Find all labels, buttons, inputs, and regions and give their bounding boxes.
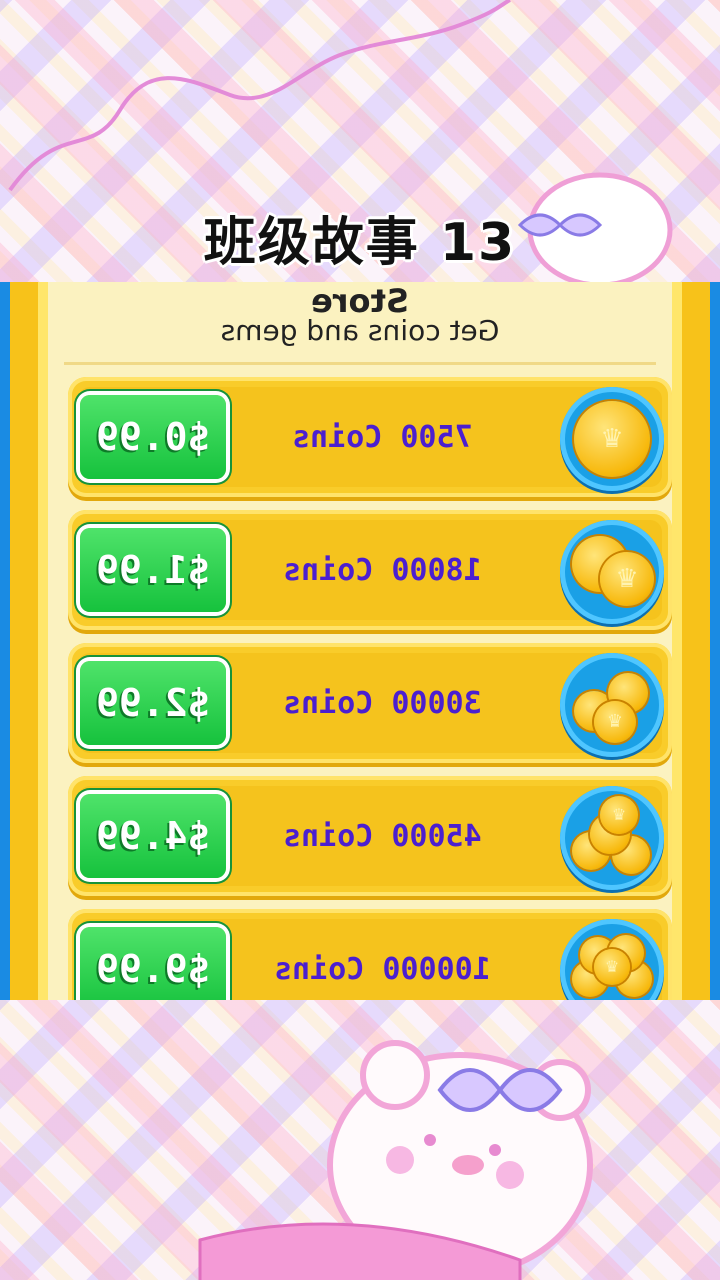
buy-button[interactable]: $1.99 [80,528,226,612]
store-header: Store Get coins and gems [64,282,656,365]
coin-pair-icon: ♛ [560,520,664,624]
price-label: $1.99 [95,548,211,592]
single-coin-icon: ♛ [560,387,664,491]
buy-button[interactable]: $2.99 [80,661,226,745]
store-item-row: $1.99 18000 Coins ♛ [68,510,672,630]
store-item-row: $2.99 30000 Coins ♛ [68,643,672,763]
buy-button[interactable]: $0.99 [80,395,226,479]
price-label: $0.99 [95,415,211,459]
buy-button[interactable]: $9.99 [80,927,226,1011]
store-item-row: $4.99 45000 Coins ♛ [68,776,672,896]
coin-amount-label: 7500 Coins [292,419,473,455]
store-item-row: $0.99 7500 Coins ♛ [68,377,672,497]
coin-pile-icon: ♛ [560,653,664,757]
coin-amount-label: 100000 Coins [274,951,491,987]
price-label: $9.99 [95,947,211,991]
coin-amount-label: 18000 Coins [283,552,482,588]
coin-amount-label: 45000 Coins [283,818,482,854]
buy-button[interactable]: $4.99 [80,794,226,878]
coin-amount-label: 30000 Coins [283,685,482,721]
coin-stack-icon: ♛ [560,786,664,890]
price-label: $4.99 [95,814,211,858]
price-label: $2.99 [95,681,211,725]
page-title: 班级故事 13 [203,213,517,273]
store-subtitle: Get coins and gems [220,314,500,347]
store-panel: Store Get coins and gems $0.99 7500 Coin… [0,282,720,1029]
bear-sticker-decoration [198,1040,593,1280]
